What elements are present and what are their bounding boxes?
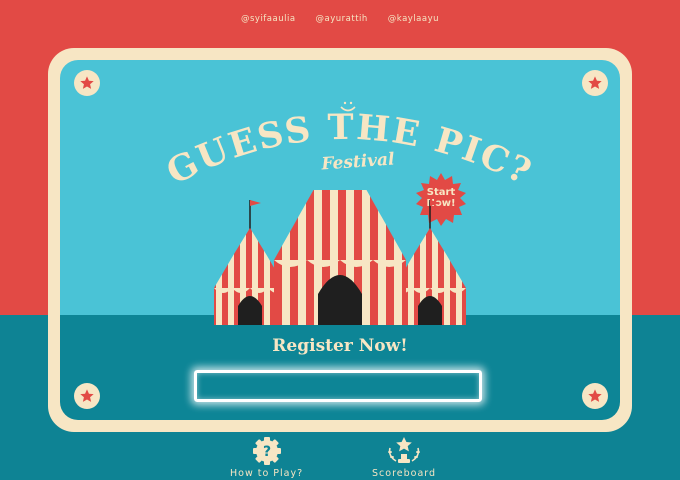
scoreboard-button[interactable]: Scoreboard (372, 436, 436, 479)
register-heading: Register Now! (272, 336, 408, 356)
credit-link-kaylaayu[interactable]: @kaylaayu (388, 14, 439, 32)
gear-question-icon: ? (252, 437, 281, 465)
register-name-input[interactable] (194, 370, 482, 402)
game-screen: GUESS THE PIC? Festival Start Now! Regis… (60, 60, 620, 420)
credit-link-syifaaulia[interactable]: @syifaaulia (241, 14, 296, 32)
how-to-play-label: How to Play? (230, 468, 304, 479)
star-icon (582, 383, 608, 409)
credit-link-ayurattih[interactable]: @ayurattih (316, 14, 368, 32)
how-to-play-button[interactable]: ? How to Play? (230, 436, 303, 479)
trophy-icon (388, 437, 421, 463)
star-icon (74, 383, 100, 409)
credits-bar: @syifaaulia @ayurattih @kaylaayu (0, 14, 680, 32)
title-text: GUESS THE PIC? (160, 107, 537, 194)
game-frame: GUESS THE PIC? Festival Start Now! Regis… (48, 48, 632, 432)
circus-tents-illustration (214, 190, 466, 325)
scoreboard-label: Scoreboard (372, 468, 437, 479)
svg-text:?: ? (263, 444, 271, 460)
game-title: GUESS THE PIC? (160, 107, 539, 194)
svg-text:GUESS THE PIC?: GUESS THE PIC? (160, 107, 539, 194)
